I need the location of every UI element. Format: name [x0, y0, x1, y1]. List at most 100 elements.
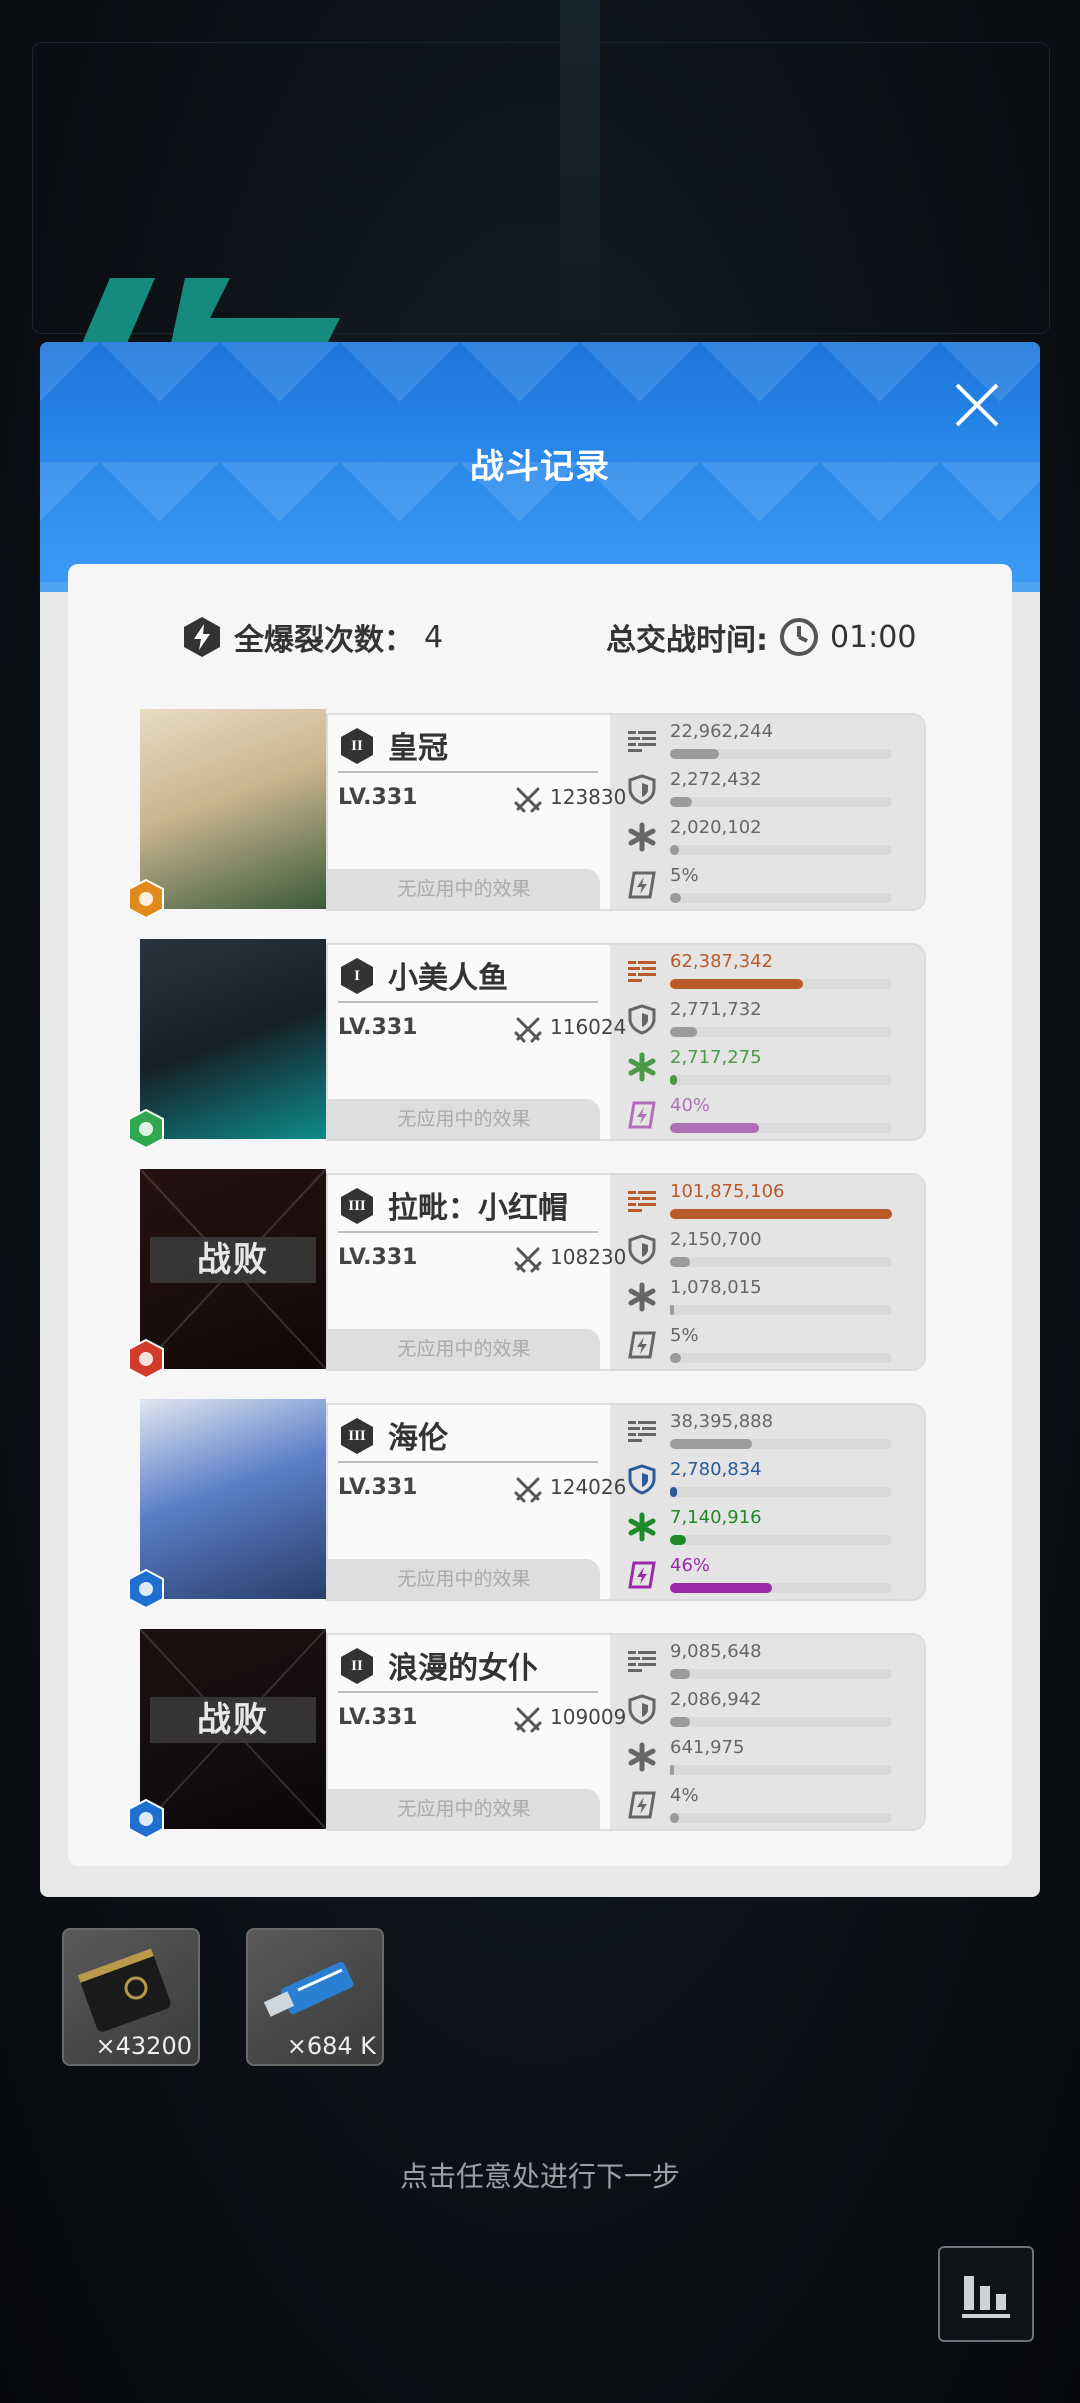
continue-hint[interactable]: 点击任意处进行下一步 [0, 2155, 1080, 2195]
stat-taken-fill [670, 1257, 690, 1267]
divider [338, 1231, 598, 1233]
heal-stat-icon [626, 1511, 658, 1543]
character-info: I 小美人鱼 LV.331 116024 无应用中的效果 62,387,342 2,771,… [326, 943, 926, 1141]
stat-damage: 22,962,244 [626, 721, 916, 765]
active-effect-status: 无应用中的效果 [328, 1099, 600, 1139]
wind-element-icon [126, 1108, 166, 1150]
stat-taken: 2,780,834 [626, 1459, 916, 1503]
character-row[interactable]: I 小美人鱼 LV.331 116024 无应用中的效果 62,387,342 2,771,… [128, 939, 926, 1150]
defeat-label: 战败 [150, 1237, 316, 1283]
character-level: LV.331 [338, 1705, 418, 1730]
stat-taken-fill [670, 1717, 690, 1727]
stat-heal-value: 2,020,102 [670, 817, 762, 838]
stat-taken: 2,150,700 [626, 1229, 916, 1273]
crossed-swords-icon [514, 1015, 542, 1043]
stat-damage-fill [670, 1669, 690, 1679]
stat-taken-bar [670, 1717, 892, 1727]
reward-item[interactable]: ×684 K [246, 1928, 384, 2066]
stat-burst: 5% [626, 865, 916, 909]
tier-icon: III [338, 1187, 376, 1225]
reward-item[interactable]: ×43200 [62, 1928, 200, 2066]
stat-damage: 62,387,342 [626, 951, 916, 995]
burst-count-value: 4 [424, 619, 444, 655]
divider [338, 1461, 598, 1463]
taken-stat-icon [626, 773, 658, 805]
stat-taken-fill [670, 1027, 697, 1037]
stat-damage-value: 101,875,106 [670, 1181, 785, 1202]
taken-stat-icon [626, 1463, 658, 1495]
character-info: II 浪漫的女仆 LV.331 109009 无应用中的效果 9,085,648 2,086… [326, 1633, 926, 1831]
stat-damage-bar [670, 1669, 892, 1679]
character-row[interactable]: II 皇冠 LV.331 123830 无应用中的效果 22,962,244 2,272,4… [128, 709, 926, 920]
combat-power: 124026 [550, 1475, 627, 1499]
character-level: LV.331 [338, 1475, 418, 1500]
burst-stat-icon [626, 869, 658, 901]
character-level: LV.331 [338, 1015, 418, 1040]
damage-stat-icon [626, 1185, 658, 1217]
taken-stat-icon [626, 1693, 658, 1725]
stat-burst-bar [670, 893, 892, 903]
stat-damage-bar [670, 1209, 892, 1219]
stat-heal-bar [670, 845, 892, 855]
clock-icon [780, 618, 818, 656]
character-row[interactable]: III 海伦 LV.331 124026 无应用中的效果 38,395,888 2,780,… [128, 1399, 926, 1610]
heal-stat-icon [626, 1051, 658, 1083]
stat-taken-value: 2,150,700 [670, 1229, 762, 1250]
character-portrait [140, 709, 326, 909]
battle-time-summary: 总交战时间: 01:00 [606, 612, 916, 662]
crossed-swords-icon [514, 1245, 542, 1273]
stat-burst-fill [670, 893, 681, 903]
stat-heal: 2,717,275 [626, 1047, 916, 1091]
tier-icon: III [338, 1417, 376, 1455]
close-icon[interactable] [952, 380, 1002, 430]
stat-damage: 9,085,648 [626, 1641, 916, 1685]
taken-stat-icon [626, 1003, 658, 1035]
stat-burst: 46% [626, 1555, 916, 1599]
damage-stat-icon [626, 1645, 658, 1677]
burst-stat-icon [626, 1789, 658, 1821]
stat-damage: 101,875,106 [626, 1181, 916, 1225]
stat-burst-fill [670, 1813, 679, 1823]
stat-burst-value: 5% [670, 865, 699, 886]
stat-burst: 40% [626, 1095, 916, 1139]
burst-count-label: 全爆裂次数： [234, 623, 414, 658]
bar-chart-icon [962, 2276, 1010, 2318]
statistics-button[interactable] [938, 2246, 1034, 2342]
divider [338, 1691, 598, 1693]
active-effect-status: 无应用中的效果 [328, 1789, 600, 1829]
stat-damage-fill [670, 1439, 752, 1449]
stat-heal-value: 641,975 [670, 1737, 745, 1758]
character-row[interactable]: 战败 III 拉毗：小红帽 LV.331 108230 无应用中的效果 101,875,10… [128, 1169, 926, 1380]
water-element-icon [126, 1798, 166, 1840]
burst-stat-icon [626, 1559, 658, 1591]
stat-heal-fill [670, 1305, 674, 1315]
stat-taken-value: 2,780,834 [670, 1459, 762, 1480]
stat-taken-value: 2,272,432 [670, 769, 762, 790]
stat-heal-bar [670, 1535, 892, 1545]
crossed-swords-icon [514, 1475, 542, 1503]
stat-heal-fill [670, 1765, 674, 1775]
character-portrait [140, 1399, 326, 1599]
taken-stat-icon [626, 1233, 658, 1265]
active-effect-status: 无应用中的效果 [328, 869, 600, 909]
stat-taken-fill [670, 1487, 677, 1497]
damage-stat-icon [626, 725, 658, 757]
crossed-swords-icon [514, 1705, 542, 1733]
active-effect-status: 无应用中的效果 [328, 1559, 600, 1599]
background-logo-mark [80, 278, 340, 348]
battle-time-value: 01:00 [830, 619, 917, 655]
heal-stat-icon [626, 821, 658, 853]
character-level: LV.331 [338, 1245, 418, 1270]
stat-heal-value: 2,717,275 [670, 1047, 762, 1068]
character-info: III 拉毗：小红帽 LV.331 108230 无应用中的效果 101,875,106 2… [326, 1173, 926, 1371]
stat-damage-value: 62,387,342 [670, 951, 774, 972]
burst-stat-icon [626, 1099, 658, 1131]
reward-count: ×43200 [95, 2032, 192, 2060]
heal-stat-icon [626, 1281, 658, 1313]
character-name: 小美人鱼 [388, 961, 508, 996]
tier-icon: II [338, 1647, 376, 1685]
character-info: II 皇冠 LV.331 123830 无应用中的效果 22,962,244 2,272,4… [326, 713, 926, 911]
stat-burst-bar [670, 1583, 892, 1593]
combat-power: 108230 [550, 1245, 627, 1269]
character-row[interactable]: 战败 II 浪漫的女仆 LV.331 109009 无应用中的效果 9,085,648 2,0… [128, 1629, 926, 1840]
